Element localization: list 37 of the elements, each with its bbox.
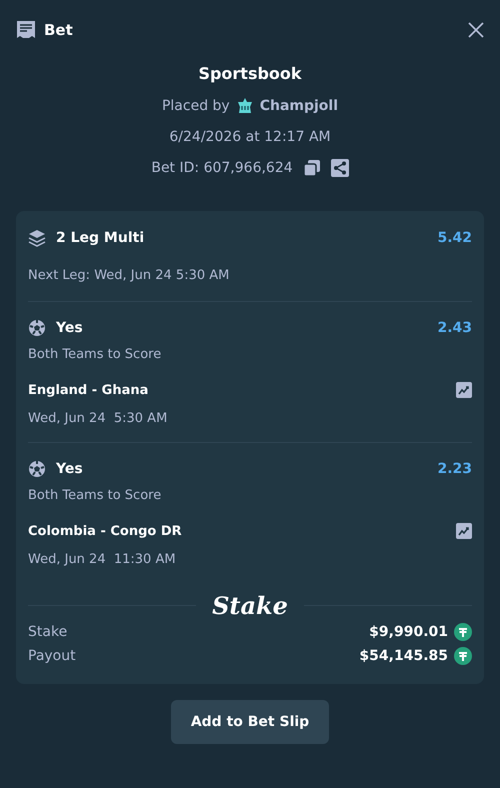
soccer-ball-icon — [28, 319, 46, 337]
selection-label: Yes — [56, 320, 83, 336]
copy-button[interactable] — [302, 159, 321, 177]
line-chart-icon[interactable] — [456, 523, 472, 539]
stake-logo: Stake — [212, 591, 288, 620]
total-label: Stake — [28, 624, 68, 640]
bet-id: Bet ID: 607,966,624 — [151, 160, 293, 176]
layers-icon — [28, 229, 46, 247]
match-time: Wed, Jun 24 5:30 AM — [28, 410, 168, 426]
match-name: Colombia - Congo DR — [28, 524, 182, 538]
close-button[interactable] — [468, 22, 484, 38]
add-to-bet-slip-button[interactable]: Add to Bet Slip — [170, 700, 330, 744]
bet-date: 6/24/2026 at 12:17 AM — [169, 129, 331, 145]
total-amount: $54,145.85 — [359, 648, 448, 664]
receipt-icon — [16, 20, 36, 40]
tether-coin-icon — [454, 623, 472, 641]
dialog-title: Bet — [44, 21, 73, 39]
total-amount: $9,990.01 — [369, 624, 448, 640]
line-chart-icon[interactable] — [456, 382, 472, 398]
market-name: Both Teams to Score — [28, 488, 162, 502]
market-name: Both Teams to Score — [28, 346, 162, 362]
selection-label: Yes — [56, 461, 83, 477]
leg-odds: 2.23 — [437, 461, 472, 477]
multi-title: 2 Leg Multi — [56, 230, 144, 246]
crown-badge-icon — [236, 97, 254, 115]
match-name: England - Ghana — [28, 382, 148, 398]
next-leg-time: Next Leg: Wed, Jun 24 5:30 AM — [28, 268, 230, 282]
share-button[interactable] — [330, 159, 349, 177]
leg-odds: 2.43 — [437, 320, 472, 336]
username-link[interactable]: Champjoll — [260, 98, 338, 114]
total-label: Payout — [28, 648, 76, 664]
placed-by-label: Placed by — [162, 98, 230, 114]
match-time: Wed, Jun 24 11:30 AM — [28, 552, 176, 566]
soccer-ball-icon — [28, 460, 46, 478]
book-title: Sportsbook — [198, 64, 302, 83]
total-odds: 5.42 — [437, 230, 472, 246]
tether-coin-icon — [454, 647, 472, 665]
